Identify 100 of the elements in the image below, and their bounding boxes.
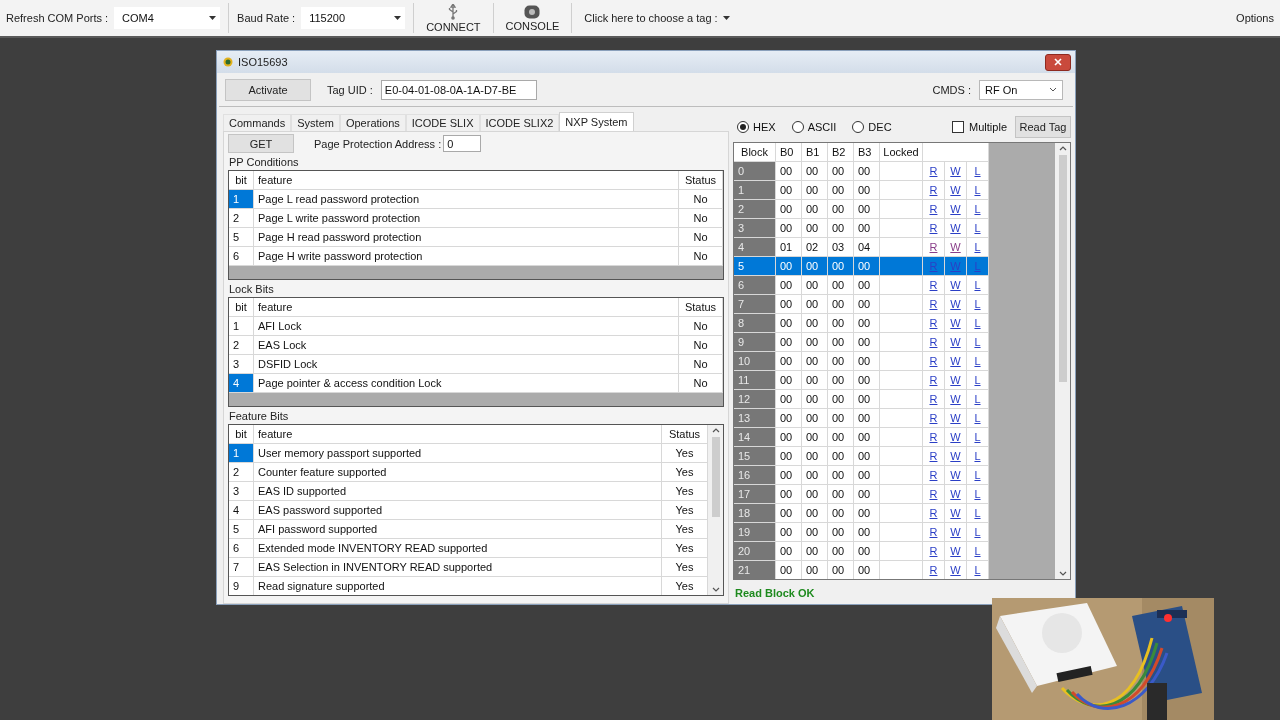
byte-cell: 00 [802, 409, 828, 428]
table-cell[interactable]: 1 [229, 444, 254, 463]
block-row[interactable]: 1 00 00 00 00 R W L [734, 181, 991, 200]
block-row[interactable]: 10 00 00 00 00 R W L [734, 352, 991, 371]
scroll-up-icon[interactable] [1058, 146, 1067, 151]
connect-button[interactable]: CONNECT [422, 3, 485, 33]
scroll-down-icon[interactable] [711, 587, 720, 592]
byte-cell: 00 [776, 333, 802, 352]
table-cell[interactable]: 4 [229, 501, 254, 520]
tag-uid-field[interactable]: E0-04-01-08-0A-1A-D7-BE [380, 79, 537, 100]
block-row[interactable]: 19 00 00 00 00 R W L [734, 523, 991, 542]
table-cell[interactable]: 2 [229, 336, 254, 355]
table-cell[interactable]: 5 [229, 520, 254, 539]
block-row[interactable]: 16 00 00 00 00 R W L [734, 466, 991, 485]
scroll-down-icon[interactable] [1058, 571, 1067, 576]
read-tag-button[interactable]: Read Tag [1015, 116, 1071, 138]
byte-cell: 00 [828, 276, 854, 295]
radio-button[interactable] [737, 121, 749, 133]
column-header: B3 [854, 143, 880, 162]
radio-label: DEC [868, 121, 892, 133]
byte-cell: 00 [776, 181, 802, 200]
byte-cell: 00 [828, 162, 854, 181]
options-menu[interactable]: Options [1236, 12, 1274, 24]
scroll-up-icon[interactable] [711, 428, 720, 433]
table-cell[interactable]: 9 [229, 577, 254, 595]
tab[interactable]: ICODE SLIX2 [479, 114, 560, 131]
table-cell[interactable]: 3 [229, 482, 254, 501]
block-row[interactable]: 7 00 00 00 00 R W L [734, 295, 991, 314]
locked-cell [880, 238, 923, 257]
table-cell[interactable]: 4 [229, 374, 254, 393]
byte-cell: 00 [776, 447, 802, 466]
byte-cell: 00 [802, 523, 828, 542]
baud-rate-dropdown[interactable]: 115200 [301, 7, 406, 29]
column-header: bit [229, 171, 254, 190]
radio-button[interactable] [791, 121, 804, 133]
scrollbar[interactable] [1055, 143, 1070, 579]
byte-cell: 04 [854, 238, 880, 257]
block-row[interactable]: 12 00 00 00 00 R W L [734, 390, 991, 409]
byte-cell: 00 [854, 295, 880, 314]
block-row[interactable]: 11 00 00 00 00 R W L [734, 371, 991, 390]
table-cell: No [679, 209, 723, 228]
tab[interactable]: ICODE SLIX [405, 114, 480, 131]
block-row[interactable]: 8 00 00 00 00 R W L [734, 314, 991, 333]
scrollbar[interactable] [708, 425, 723, 595]
cmds-dropdown[interactable]: RF On [979, 79, 1063, 100]
locked-cell [880, 200, 923, 219]
com-port-dropdown[interactable]: COM4 [114, 7, 221, 29]
byte-cell: 00 [828, 390, 854, 409]
table-cell[interactable]: 6 [229, 247, 254, 266]
tab[interactable]: Operations [339, 114, 406, 131]
table-cell[interactable]: 6 [229, 539, 254, 558]
activate-button[interactable]: Activate [225, 78, 311, 101]
byte-cell: 00 [776, 466, 802, 485]
checkbox-label: Multiple [969, 121, 1007, 133]
tab[interactable]: System [291, 114, 340, 131]
block-row[interactable]: 0 00 00 00 00 R W L [734, 162, 991, 181]
byte-cell: 00 [854, 390, 880, 409]
block-row[interactable]: 13 00 00 00 00 R W L [734, 409, 991, 428]
table-cell[interactable]: 1 [229, 317, 254, 336]
byte-cell: 00 [776, 295, 802, 314]
table-cell[interactable]: 2 [229, 463, 254, 482]
table-cell[interactable]: 7 [229, 558, 254, 577]
locked-cell [880, 523, 923, 542]
locked-cell [880, 314, 923, 333]
block-number: 16 [734, 466, 776, 485]
block-row[interactable]: 21 00 00 00 00 R W L [734, 561, 991, 579]
block-row[interactable]: 6 00 00 00 00 R W L [734, 276, 991, 295]
block-row[interactable]: 18 00 00 00 00 R W L [734, 504, 991, 523]
console-button[interactable]: CONSOLE [501, 4, 564, 32]
byte-cell: 00 [776, 314, 802, 333]
column-header: feature [254, 298, 679, 317]
caret-icon [722, 16, 730, 20]
block-row[interactable]: 20 00 00 00 00 R W L [734, 542, 991, 561]
block-number: 1 [734, 181, 776, 200]
page-protection-field[interactable]: 0 [443, 135, 482, 152]
get-button[interactable]: GET [228, 134, 294, 153]
radio-button[interactable] [852, 121, 865, 133]
close-button[interactable] [1045, 53, 1071, 71]
block-row[interactable]: 2 00 00 00 00 R W L [734, 200, 991, 219]
block-row[interactable]: 9 00 00 00 00 R W L [734, 333, 991, 352]
locked-cell [880, 333, 923, 352]
app-icon [223, 57, 233, 67]
table-cell[interactable]: 2 [229, 209, 254, 228]
checkbox[interactable] [952, 121, 965, 133]
tag-chooser[interactable]: Click here to choose a tag : [580, 12, 734, 24]
table-cell[interactable]: 3 [229, 355, 254, 374]
tab[interactable]: NXP System [559, 112, 634, 131]
tab[interactable]: Commands [223, 114, 292, 131]
block-row[interactable]: 14 00 00 00 00 R W L [734, 428, 991, 447]
baud-rate-label: Baud Rate : [237, 12, 296, 24]
table-cell[interactable]: 5 [229, 228, 254, 247]
block-row[interactable]: 15 00 00 00 00 R W L [734, 447, 991, 466]
block-row[interactable]: 17 00 00 00 00 R W L [734, 485, 991, 504]
table-cell: Yes [662, 577, 708, 595]
block-number: 14 [734, 428, 776, 447]
table-cell[interactable]: 1 [229, 190, 254, 209]
block-row[interactable]: 4 01 02 03 04 R W L [734, 238, 991, 257]
table-cell: Yes [662, 463, 708, 482]
byte-cell: 00 [854, 276, 880, 295]
block-row[interactable]: 3 00 00 00 00 R W L [734, 219, 991, 238]
